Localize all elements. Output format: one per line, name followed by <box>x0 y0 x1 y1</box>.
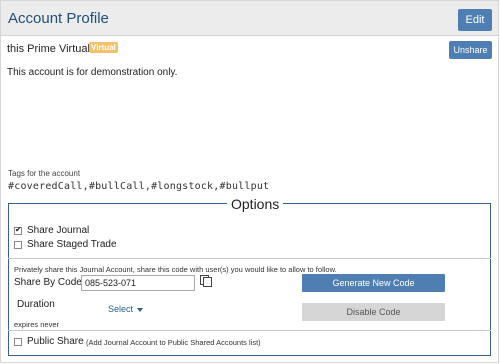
public-share-label: Public Share <box>27 336 84 347</box>
account-description: This account is for demonstration only. <box>7 67 178 78</box>
share-by-code-label: Share By Code <box>14 277 82 288</box>
expires-text: expires never <box>14 320 60 329</box>
caret-down-icon[interactable] <box>137 308 143 312</box>
public-share-note: (Add Journal Account to Public Shared Ac… <box>86 338 261 347</box>
duration-select[interactable]: Select <box>108 304 133 314</box>
divider <box>8 330 491 331</box>
share-staged-trade-checkbox[interactable] <box>14 241 22 249</box>
options-legend: Options <box>227 196 284 212</box>
edit-button[interactable]: Edit <box>458 9 492 31</box>
tags-label: Tags for the account <box>8 169 81 178</box>
share-staged-trade-label: Share Staged Trade <box>27 239 117 250</box>
share-code-field[interactable]: 085-523-071 <box>81 275 195 291</box>
virtual-badge: Virtual <box>89 42 118 53</box>
disable-code-button[interactable]: Disable Code <box>302 303 445 321</box>
account-name: this Prime Virtual <box>7 43 90 55</box>
share-journal-checkbox[interactable] <box>14 225 22 235</box>
page-title: Account Profile <box>8 10 109 27</box>
duration-label: Duration <box>17 299 55 310</box>
share-journal-label: Share Journal <box>27 225 90 236</box>
copy-icon[interactable] <box>199 274 213 288</box>
private-share-text: Privately share this Journal Account, sh… <box>14 265 337 274</box>
divider <box>8 258 491 259</box>
unshare-button[interactable]: Unshare <box>449 41 492 59</box>
tags-value: #coveredCall,#bullCall,#longstock,#bullp… <box>8 181 270 192</box>
public-share-checkbox[interactable] <box>14 338 22 346</box>
panel-header: Account Profile Edit <box>1 1 498 36</box>
generate-new-code-button[interactable]: Generate New Code <box>302 274 445 292</box>
